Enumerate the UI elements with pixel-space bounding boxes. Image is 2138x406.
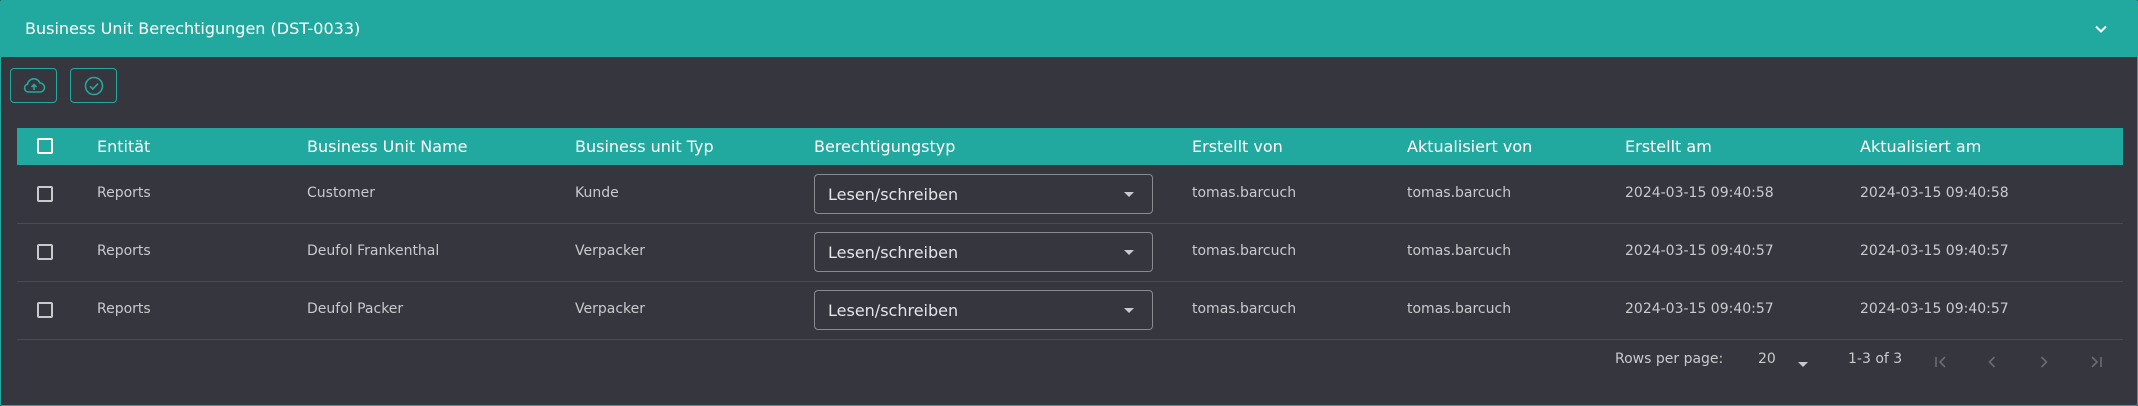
cell-entity: Reports: [97, 243, 151, 259]
column-header-bu-type[interactable]: Business unit Typ: [575, 137, 714, 156]
cell-updated-at: 2024-03-15 09:40:57: [1860, 243, 2009, 259]
cell-bu-type: Verpacker: [575, 301, 645, 317]
next-page-icon[interactable]: [2034, 352, 2054, 372]
permission-select-value: Lesen/schreiben: [828, 243, 959, 262]
column-header-entity[interactable]: Entität: [97, 137, 150, 156]
cell-created-by: tomas.barcuch: [1192, 301, 1297, 317]
cell-created-by: tomas.barcuch: [1192, 185, 1297, 201]
cell-created-at: 2024-03-15 09:40:58: [1625, 185, 1774, 201]
table-row: Reports Customer Kunde Lesen/schreiben t…: [17, 165, 2123, 224]
dropdown-arrow-icon: [1124, 250, 1134, 255]
cell-updated-by: tomas.barcuch: [1407, 301, 1512, 317]
cell-updated-by: tomas.barcuch: [1407, 185, 1512, 201]
column-header-created-by[interactable]: Erstellt von: [1192, 137, 1283, 156]
permission-select[interactable]: Lesen/schreiben: [814, 174, 1153, 214]
column-header-updated-at[interactable]: Aktualisiert am: [1860, 137, 1981, 156]
chevron-down-icon[interactable]: [2091, 19, 2111, 39]
first-page-icon[interactable]: [1931, 352, 1951, 372]
pagination-range: 1-3 of 3: [1848, 351, 1903, 367]
check-circle-icon: [84, 76, 103, 95]
table-header: Entität Business Unit Name Business unit…: [17, 128, 2123, 165]
column-header-updated-by[interactable]: Aktualisiert von: [1407, 137, 1532, 156]
permissions-panel: Business Unit Berechtigungen (DST-0033) …: [0, 0, 2138, 406]
cell-bu-name: Deufol Packer: [307, 301, 404, 317]
table-row: Reports Deufol Frankenthal Verpacker Les…: [17, 223, 2123, 282]
permission-select[interactable]: Lesen/schreiben: [814, 290, 1153, 330]
cloud-upload-icon: [23, 77, 45, 93]
row-checkbox[interactable]: [37, 302, 53, 318]
cell-updated-at: 2024-03-15 09:40:58: [1860, 185, 2009, 201]
permission-select-value: Lesen/schreiben: [828, 301, 959, 320]
confirm-button[interactable]: [70, 68, 117, 103]
cell-created-by: tomas.barcuch: [1192, 243, 1297, 259]
cell-bu-name: Deufol Frankenthal: [307, 243, 440, 259]
rows-per-page-arrow-icon[interactable]: [1798, 362, 1808, 367]
permission-select-value: Lesen/schreiben: [828, 185, 959, 204]
dropdown-arrow-icon: [1124, 192, 1134, 197]
table-row: Reports Deufol Packer Verpacker Lesen/sc…: [17, 281, 2123, 340]
column-header-created-at[interactable]: Erstellt am: [1625, 137, 1712, 156]
cell-updated-at: 2024-03-15 09:40:57: [1860, 301, 2009, 317]
rows-per-page-select[interactable]: 20: [1758, 351, 1776, 367]
panel-header[interactable]: Business Unit Berechtigungen (DST-0033): [1, 1, 2137, 57]
cell-created-at: 2024-03-15 09:40:57: [1625, 301, 1774, 317]
column-header-permission-type[interactable]: Berechtigungstyp: [814, 137, 955, 156]
rows-per-page-label: Rows per page:: [1615, 351, 1724, 367]
previous-page-icon[interactable]: [1982, 352, 2002, 372]
column-header-bu-name[interactable]: Business Unit Name: [307, 137, 468, 156]
cell-bu-name: Customer: [307, 185, 376, 201]
last-page-icon[interactable]: [2086, 352, 2106, 372]
panel-title: Business Unit Berechtigungen (DST-0033): [25, 19, 361, 38]
permission-select[interactable]: Lesen/schreiben: [814, 232, 1153, 272]
row-checkbox[interactable]: [37, 186, 53, 202]
select-all-checkbox[interactable]: [37, 138, 53, 154]
cell-entity: Reports: [97, 185, 151, 201]
cell-entity: Reports: [97, 301, 151, 317]
upload-button[interactable]: [10, 68, 57, 103]
cell-updated-by: tomas.barcuch: [1407, 243, 1512, 259]
dropdown-arrow-icon: [1124, 308, 1134, 313]
row-checkbox[interactable]: [37, 244, 53, 260]
cell-bu-type: Verpacker: [575, 243, 645, 259]
cell-bu-type: Kunde: [575, 185, 619, 201]
cell-created-at: 2024-03-15 09:40:57: [1625, 243, 1774, 259]
